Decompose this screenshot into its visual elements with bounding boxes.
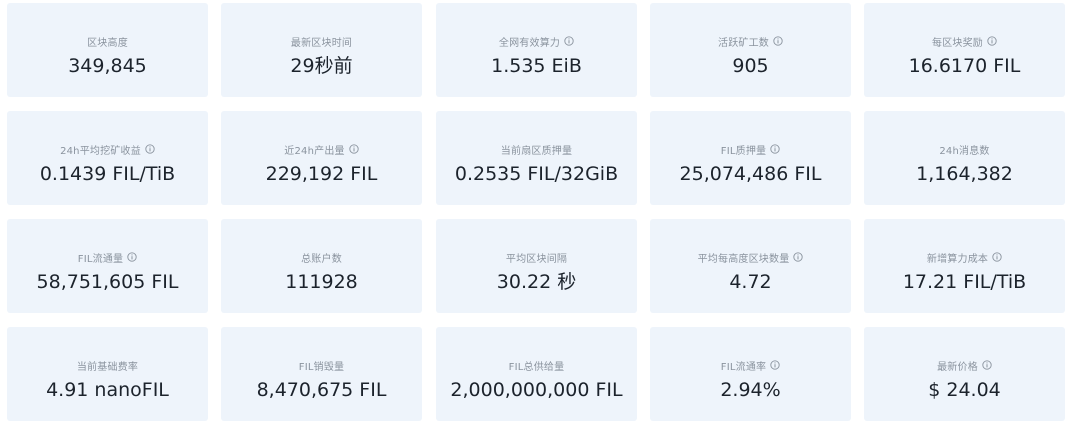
stat-card: 最新区块时间 29秒前 xyxy=(221,3,422,97)
stat-value: 4.91 nanoFIL xyxy=(46,379,169,401)
info-circle-icon[interactable] xyxy=(349,144,359,154)
stat-label-row: 区块高度 xyxy=(87,33,128,49)
stat-card: 当前扇区质押量 0.2535 FIL/32GiB xyxy=(436,111,637,205)
stat-label-row: FIL流通率 xyxy=(721,357,780,373)
stat-label-row: 平均区块间隔 xyxy=(506,249,567,265)
stat-label: FIL质押量 xyxy=(720,145,767,157)
stat-label-row: FIL质押量 xyxy=(721,141,780,157)
stat-label: FIL流通率 xyxy=(720,361,767,373)
stat-card: 活跃矿工数 905 xyxy=(650,3,851,97)
stat-card: 平均每高度区块数量 4.72 xyxy=(650,219,851,313)
info-circle-icon[interactable] xyxy=(770,144,780,154)
stats-grid: 区块高度 349,845 最新区块时间 29秒前 全网有效算力 1.535 EiB 活跃矿工… xyxy=(0,0,1080,429)
stat-value: 0.1439 FIL/TiB xyxy=(39,163,176,185)
stat-card: 每区块奖励 16.6170 FIL xyxy=(864,3,1065,97)
stat-label-row: 当前基础费率 xyxy=(77,357,138,373)
info-circle-icon[interactable] xyxy=(145,144,155,154)
stat-label-row: 平均每高度区块数量 xyxy=(698,249,804,265)
stat-label: 当前基础费率 xyxy=(76,361,139,373)
stat-value: 349,845 xyxy=(68,55,147,77)
stat-label-row: FIL总供给量 xyxy=(509,357,565,373)
stat-card: FIL质押量 25,074,486 FIL xyxy=(650,111,851,205)
stat-value: 1.535 EiB xyxy=(491,55,582,77)
stat-card: 全网有效算力 1.535 EiB xyxy=(436,3,637,97)
stat-card: 24h平均挖矿收益 0.1439 FIL/TiB xyxy=(7,111,208,205)
stat-value: 8,470,675 FIL xyxy=(256,379,387,401)
stat-label-row: 当前扇区质押量 xyxy=(501,141,572,157)
stat-label: 平均每高度区块数量 xyxy=(697,253,790,265)
info-circle-icon[interactable] xyxy=(127,252,137,262)
stat-label: 每区块奖励 xyxy=(932,37,983,49)
stat-value: 2,000,000,000 FIL xyxy=(450,379,623,401)
stat-card: FIL销毁量 8,470,675 FIL xyxy=(221,327,422,421)
stat-label: 平均区块间隔 xyxy=(505,253,568,265)
info-circle-icon[interactable] xyxy=(982,360,992,370)
stat-card: 近24h产出量 229,192 FIL xyxy=(221,111,422,205)
stat-label-row: 最新价格 xyxy=(937,357,992,373)
stat-value: 4.72 xyxy=(729,271,772,293)
stat-card: FIL流通量 58,751,605 FIL xyxy=(7,219,208,313)
stat-value: 17.21 FIL/TiB xyxy=(902,271,1027,293)
stat-label: 当前扇区质押量 xyxy=(500,145,573,157)
stat-card: 平均区块间隔 30.22 秒 xyxy=(436,219,637,313)
stat-label: 最新价格 xyxy=(937,361,978,373)
info-circle-icon[interactable] xyxy=(992,252,1002,262)
stat-label: 近24h产出量 xyxy=(284,145,345,157)
info-circle-icon[interactable] xyxy=(770,360,780,370)
stat-label-row: 新增算力成本 xyxy=(927,249,1002,265)
stat-card: 总账户数 111928 xyxy=(221,219,422,313)
stat-value: 1,164,382 xyxy=(916,163,1013,185)
info-circle-icon[interactable] xyxy=(987,36,997,46)
stat-card: FIL流通率 2.94% xyxy=(650,327,851,421)
stat-value: 2.94% xyxy=(720,379,781,401)
stat-label-row: FIL销毁量 xyxy=(299,357,344,373)
stat-label: 区块高度 xyxy=(87,37,128,49)
stat-value: 111928 xyxy=(285,271,358,293)
stat-label: FIL销毁量 xyxy=(298,361,345,373)
stat-label-row: 活跃矿工数 xyxy=(718,33,783,49)
stat-label: FIL总供给量 xyxy=(508,361,565,373)
stat-label-row: 近24h产出量 xyxy=(284,141,359,157)
info-circle-icon[interactable] xyxy=(564,36,574,46)
stat-label-row: 最新区块时间 xyxy=(291,33,352,49)
stat-value: 0.2535 FIL/32GiB xyxy=(454,163,619,185)
stat-value: 16.6170 FIL xyxy=(908,55,1021,77)
stat-card: 最新价格 $ 24.04 xyxy=(864,327,1065,421)
stat-value: 58,751,605 FIL xyxy=(36,271,179,293)
stat-card: 当前基础费率 4.91 nanoFIL xyxy=(7,327,208,421)
stat-label-row: 每区块奖励 xyxy=(932,33,997,49)
stat-value: $ 24.04 xyxy=(928,379,1001,401)
stat-card: 新增算力成本 17.21 FIL/TiB xyxy=(864,219,1065,313)
stat-label: 最新区块时间 xyxy=(290,37,353,49)
stat-label: 24h平均挖矿收益 xyxy=(60,145,141,157)
stat-value: 29秒前 xyxy=(290,55,353,77)
stat-value: 229,192 FIL xyxy=(265,163,378,185)
stat-label-row: 总账户数 xyxy=(301,249,342,265)
stat-label: 24h消息数 xyxy=(939,145,990,157)
stat-label: 总账户数 xyxy=(301,253,342,265)
stat-label-row: FIL流通量 xyxy=(78,249,137,265)
stat-value: 30.22 秒 xyxy=(496,271,577,293)
stat-label-row: 全网有效算力 xyxy=(499,33,574,49)
stat-card: FIL总供给量 2,000,000,000 FIL xyxy=(436,327,637,421)
stat-label: 全网有效算力 xyxy=(498,37,561,49)
stat-label-row: 24h平均挖矿收益 xyxy=(60,141,155,157)
stat-label: 新增算力成本 xyxy=(926,253,989,265)
stat-label: FIL流通量 xyxy=(77,253,124,265)
info-circle-icon[interactable] xyxy=(773,36,783,46)
stat-card: 24h消息数 1,164,382 xyxy=(864,111,1065,205)
info-circle-icon[interactable] xyxy=(793,252,804,262)
stat-value: 905 xyxy=(732,55,769,77)
stat-label-row: 24h消息数 xyxy=(939,141,989,157)
stat-card: 区块高度 349,845 xyxy=(7,3,208,97)
stat-value: 25,074,486 FIL xyxy=(679,163,822,185)
stat-label: 活跃矿工数 xyxy=(718,37,769,49)
